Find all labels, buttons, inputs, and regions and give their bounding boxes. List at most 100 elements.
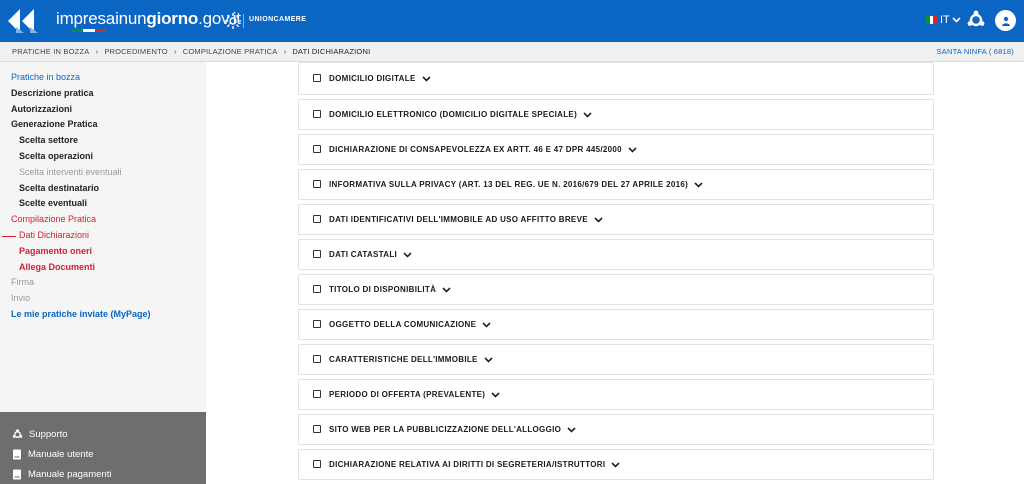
- sidebar-item-scelte-eventuali[interactable]: Scelte eventuali: [0, 196, 206, 212]
- sidebar-item-scelta-settore[interactable]: Scelta settore: [0, 133, 206, 149]
- section-title: DOMICILIO ELETTRONICO (DOMICILIO DIGITAL…: [329, 110, 578, 119]
- section-title: TITOLO DI DISPONIBILITÀ: [329, 285, 437, 294]
- accordion-informativa-privacy[interactable]: INFORMATIVA SULLA PRIVACY (ART. 13 DEL R…: [298, 169, 934, 200]
- user-icon: [1001, 16, 1010, 26]
- section-checkbox[interactable]: [313, 389, 321, 398]
- breadcrumb-item[interactable]: COMPILAZIONE PRATICA: [183, 47, 278, 56]
- section-checkbox[interactable]: [313, 73, 321, 82]
- section-title: DICHIARAZIONE RELATIVA AI DIRITTI DI SEG…: [329, 460, 606, 469]
- accordion-caratteristiche-immobile[interactable]: CARATTERISTICHE DELL'IMMOBILE: [298, 344, 934, 375]
- current-step-marker: [2, 235, 16, 237]
- unioncamere-label[interactable]: UNIONCAMERE: [249, 16, 306, 23]
- accordion-oggetto-comunicazione[interactable]: OGGETTO DELLA COMUNICAZIONE: [298, 309, 934, 340]
- logo-icon[interactable]: [6, 7, 40, 35]
- section-title: DOMICILIO DIGITALE: [329, 74, 416, 83]
- sidebar-item-compilazione-pratica[interactable]: Compilazione Pratica: [0, 212, 206, 228]
- accordion-titolo-disponibilita[interactable]: TITOLO DI DISPONIBILITÀ: [298, 274, 934, 305]
- support-link[interactable]: Supporto: [0, 424, 206, 444]
- chevron-down-icon: [484, 356, 493, 363]
- sidebar: Pratiche in bozza Descrizione pratica Au…: [0, 62, 206, 484]
- sidebar-item-scelta-interventi: Scelta interventi eventuali: [19, 166, 122, 177]
- payments-manual-label: Manuale pagamenti: [28, 468, 112, 480]
- breadcrumb-item[interactable]: PROCEDIMENTO: [104, 47, 168, 56]
- language-selector[interactable]: IT: [926, 14, 961, 26]
- italy-flag-icon: [926, 16, 938, 24]
- accordion-domicilio-digitale[interactable]: DOMICILIO DIGITALE: [298, 62, 934, 95]
- section-checkbox[interactable]: [313, 319, 321, 328]
- breadcrumb: PRATICHE IN BOZZA › PROCEDIMENTO › COMPI…: [0, 42, 1024, 62]
- section-title: OGGETTO DELLA COMUNICAZIONE: [329, 320, 477, 329]
- sidebar-item-pratiche-in-bozza[interactable]: Pratiche in bozza: [0, 70, 206, 86]
- breadcrumb-item[interactable]: PRATICHE IN BOZZA: [12, 47, 89, 56]
- brand-part-2: giorno: [146, 9, 199, 28]
- sidebar-item-scelta-destinatario[interactable]: Scelta destinatario: [0, 181, 206, 197]
- chevron-right-icon: ›: [95, 47, 99, 56]
- unioncamere-icon: [225, 13, 241, 29]
- chevron-down-icon: [611, 461, 620, 468]
- chevron-down-icon: [567, 426, 576, 433]
- sidebar-item-generazione-pratica[interactable]: Generazione Pratica: [0, 117, 206, 133]
- top-header: impresainungiorno.gov.it UNIONCAMERE IT: [0, 0, 1024, 42]
- section-title: DICHIARAZIONE DI CONSAPEVOLEZZA EX ARTT.…: [329, 145, 622, 154]
- section-title: INFORMATIVA SULLA PRIVACY (ART. 13 DEL R…: [329, 180, 689, 189]
- sidebar-item-mypage[interactable]: Le mie pratiche inviate (MyPage): [0, 307, 206, 323]
- section-checkbox[interactable]: [313, 144, 321, 153]
- chevron-down-icon: [694, 181, 703, 188]
- support-icon: [12, 428, 23, 438]
- section-checkbox[interactable]: [313, 249, 321, 258]
- brand-part-1: impresainun: [56, 9, 147, 28]
- help-support-icon[interactable]: [966, 10, 986, 30]
- sidebar-item-scelta-operazioni[interactable]: Scelta operazioni: [0, 149, 206, 165]
- section-checkbox[interactable]: [313, 459, 321, 468]
- payments-manual-link[interactable]: Manuale pagamenti: [0, 464, 206, 484]
- user-account-button[interactable]: [995, 10, 1016, 31]
- support-panel: Supporto Manuale utente Manuale pagament…: [0, 412, 206, 484]
- chevron-down-icon: [952, 17, 961, 23]
- accordion-dati-catastali[interactable]: DATI CATASTALI: [298, 239, 934, 270]
- chevron-down-icon: [594, 216, 603, 223]
- section-title: CARATTERISTICHE DELL'IMMOBILE: [329, 355, 478, 364]
- accordion-dati-identificativi[interactable]: DATI IDENTIFICATIVI DELL'IMMOBILE AD USO…: [298, 204, 934, 235]
- chevron-down-icon: [491, 391, 500, 398]
- section-checkbox[interactable]: [313, 109, 321, 118]
- support-label: Supporto: [29, 428, 68, 440]
- section-checkbox[interactable]: [313, 354, 321, 363]
- section-checkbox[interactable]: [313, 179, 321, 188]
- book-icon: [13, 469, 21, 479]
- chevron-down-icon: [482, 321, 491, 328]
- section-checkbox[interactable]: [313, 284, 321, 293]
- breadcrumb-current: DATI DICHIARAZIONI: [292, 47, 371, 56]
- sidebar-item-firma: Firma: [11, 277, 34, 288]
- section-checkbox[interactable]: [313, 424, 321, 433]
- section-title: PERIODO DI OFFERTA (PREVALENTE): [329, 390, 486, 399]
- chevron-down-icon: [422, 75, 431, 82]
- accordion-sito-web[interactable]: SITO WEB PER LA PUBBLICIZZAZIONE DELL'AL…: [298, 414, 934, 445]
- section-title: DATI CATASTALI: [329, 250, 398, 259]
- book-icon: [13, 449, 21, 459]
- section-title: SITO WEB PER LA PUBBLICIZZAZIONE DELL'AL…: [329, 425, 562, 434]
- sidebar-item-descrizione-pratica[interactable]: Descrizione pratica: [0, 86, 206, 102]
- section-checkbox[interactable]: [313, 214, 321, 223]
- chevron-right-icon: ›: [173, 47, 177, 56]
- chevron-down-icon: [628, 146, 637, 153]
- sidebar-item-dati-dichiarazioni[interactable]: Dati Dichiarazioni: [0, 228, 206, 244]
- user-office-code[interactable]: SANTA NINFA ( 6818): [937, 47, 1014, 56]
- accordion-periodo-offerta[interactable]: PERIODO DI OFFERTA (PREVALENTE): [298, 379, 934, 410]
- chevron-right-icon: ›: [283, 47, 287, 56]
- chevron-down-icon: [442, 286, 451, 293]
- accordion-dichiarazione-consapevolezza[interactable]: DICHIARAZIONE DI CONSAPEVOLEZZA EX ARTT.…: [298, 134, 934, 165]
- user-manual-link[interactable]: Manuale utente: [0, 444, 206, 464]
- language-label: IT: [940, 14, 950, 26]
- header-separator: [243, 14, 244, 28]
- sidebar-item-pagamento-oneri[interactable]: Pagamento oneri: [0, 244, 206, 260]
- sidebar-item-autorizzazioni[interactable]: Autorizzazioni: [0, 102, 206, 118]
- sidebar-item-allega-documenti[interactable]: Allega Documenti: [0, 260, 206, 276]
- accordion-diritti-segreteria[interactable]: DICHIARAZIONE RELATIVA AI DIRITTI DI SEG…: [298, 449, 934, 480]
- brand-title[interactable]: impresainungiorno.gov.it: [56, 9, 241, 29]
- sidebar-item-invio: Invio: [11, 293, 31, 304]
- sidebar-item-label: Dati Dichiarazioni: [19, 229, 90, 240]
- brand-flag-underline: [72, 29, 106, 32]
- chevron-down-icon: [403, 251, 412, 258]
- section-title: DATI IDENTIFICATIVI DELL'IMMOBILE AD USO…: [329, 215, 588, 224]
- accordion-domicilio-elettronico[interactable]: DOMICILIO ELETTRONICO (DOMICILIO DIGITAL…: [298, 99, 934, 130]
